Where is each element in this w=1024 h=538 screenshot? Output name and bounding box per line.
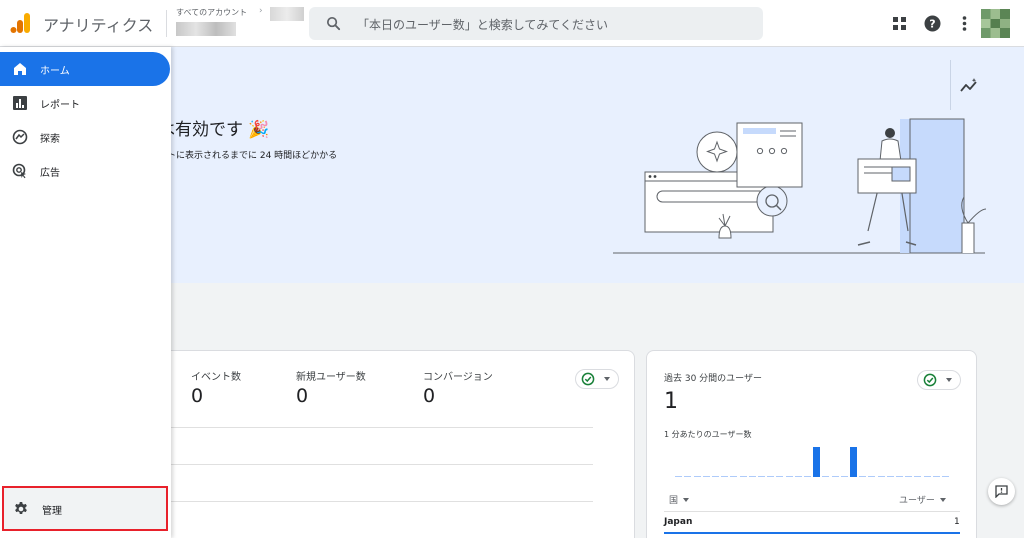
per-minute-bar <box>868 476 876 477</box>
metric-label-events: イベント数 <box>191 372 241 383</box>
overview-card: イベント数 0 新規ユーザー数 0 コンバージョン 0 <box>150 350 635 538</box>
hero-illustration <box>613 118 987 254</box>
sidebar-item-home[interactable]: ホーム <box>0 52 170 86</box>
per-minute-bar <box>785 476 793 477</box>
per-minute-bar <box>757 476 765 477</box>
avatar[interactable] <box>981 9 1010 38</box>
account-selector-label[interactable]: すべてのアカウント <box>176 7 247 18</box>
check-circle-icon <box>923 373 937 387</box>
table-row-users: 1 <box>954 517 960 527</box>
sidebar-item-ads[interactable]: 広告 <box>0 154 170 188</box>
per-minute-bar-chart <box>674 443 950 477</box>
per-minute-bar <box>831 476 839 477</box>
account-name-redacted[interactable] <box>176 22 236 36</box>
feedback-button[interactable] <box>988 478 1015 505</box>
search-box[interactable]: 「本日のユーザー数」と検索してみてください <box>309 7 763 40</box>
hero-title: は有効です 🎉 <box>158 120 270 140</box>
per-minute-bar <box>877 476 885 477</box>
per-minute-bar <box>923 476 931 477</box>
per-minute-bar <box>840 476 848 477</box>
hero-divider <box>950 60 951 110</box>
metric-label-new-users: 新規ユーザー数 <box>296 372 366 383</box>
per-minute-bar <box>739 476 747 477</box>
status-dropdown[interactable] <box>575 369 619 389</box>
column-header-country[interactable]: 国 <box>669 493 690 506</box>
sidebar-item-label: レポート <box>40 100 80 111</box>
per-minute-bar <box>721 476 729 477</box>
app-title: アナリティクス <box>43 16 154 35</box>
per-minute-bar <box>675 476 683 477</box>
column-header-users[interactable]: ユーザー <box>899 493 946 506</box>
apps-grid-icon[interactable] <box>890 14 909 33</box>
sidebar-item-label: 広告 <box>40 168 60 179</box>
sidebar-item-label: 探索 <box>40 134 60 145</box>
sidebar-item-label: 管理 <box>42 506 62 517</box>
search-icon <box>326 16 341 31</box>
realtime-status-dropdown[interactable] <box>917 370 961 390</box>
per-minute-bar <box>684 476 692 477</box>
per-minute-bar <box>895 476 903 477</box>
bar-chart-icon <box>13 96 27 110</box>
chart-gridline <box>171 464 593 465</box>
realtime-title: 過去 30 分間のユーザー <box>664 374 762 384</box>
title-divider <box>166 10 167 37</box>
more-vert-icon[interactable] <box>955 14 974 33</box>
per-minute-bar <box>813 447 821 477</box>
search-input[interactable]: 「本日のユーザー数」と検索してみてください <box>357 16 608 33</box>
feedback-icon <box>995 485 1008 498</box>
per-minute-bar <box>849 447 857 477</box>
per-minute-bar <box>803 476 811 477</box>
hero-subtitle: ントに表示されるまでに 24 時間ほどかかる <box>158 151 338 161</box>
per-minute-bar <box>748 476 756 477</box>
per-minute-bar <box>905 476 913 477</box>
sidebar-item-explore[interactable]: 探索 <box>0 120 170 154</box>
realtime-card: 過去 30 分間のユーザー 1 1 分あたりのユーザー数 国 ユーザー Japa… <box>646 350 977 538</box>
chart-gridline <box>171 501 593 502</box>
ads-icon <box>12 163 26 179</box>
property-name-redacted[interactable] <box>270 7 304 21</box>
per-minute-bar <box>702 476 710 477</box>
explore-icon <box>12 129 28 145</box>
insights-icon[interactable] <box>960 77 978 95</box>
check-circle-icon <box>581 372 595 386</box>
chevron-right-icon: › <box>259 6 263 16</box>
help-icon[interactable]: ? <box>923 14 942 33</box>
per-minute-label: 1 分あたりのユーザー数 <box>664 430 752 439</box>
per-minute-bar <box>730 476 738 477</box>
metric-value-events: 0 <box>191 385 204 407</box>
sidebar-item-label: ホーム <box>40 66 70 77</box>
sidebar-item-reports[interactable]: レポート <box>0 86 170 120</box>
realtime-value: 1 <box>664 389 678 414</box>
chart-gridline <box>171 427 593 428</box>
per-minute-bar <box>932 476 940 477</box>
top-bar: アナリティクス すべてのアカウント › 「本日のユーザー数」と検索してみてくださ… <box>0 0 1024 47</box>
table-row-country: Japan <box>664 517 693 527</box>
metric-value-conversions: 0 <box>423 385 436 407</box>
per-minute-bar <box>941 476 949 477</box>
metric-label-conversions: コンバージョン <box>423 372 493 383</box>
per-minute-bar <box>711 476 719 477</box>
home-icon <box>14 63 26 75</box>
analytics-logo-icon[interactable] <box>10 12 32 34</box>
per-minute-bar <box>859 476 867 477</box>
per-minute-bar <box>886 476 894 477</box>
svg-text:?: ? <box>929 18 935 31</box>
per-minute-bar <box>794 476 802 477</box>
per-minute-bar <box>914 476 922 477</box>
metric-value-new-users: 0 <box>296 385 309 407</box>
per-minute-bar <box>693 476 701 477</box>
table-row-bar <box>664 532 960 534</box>
per-minute-bar <box>776 476 784 477</box>
dropdown-arrow-icon <box>604 377 610 381</box>
dropdown-arrow-icon <box>946 378 952 382</box>
gear-icon <box>15 502 27 514</box>
per-minute-bar <box>822 476 830 477</box>
sidebar-item-admin[interactable]: 管理 <box>2 486 168 531</box>
table-divider <box>664 511 960 512</box>
per-minute-bar <box>767 476 775 477</box>
sidebar: ホーム レポート 探索 広告 管理 <box>0 47 171 538</box>
